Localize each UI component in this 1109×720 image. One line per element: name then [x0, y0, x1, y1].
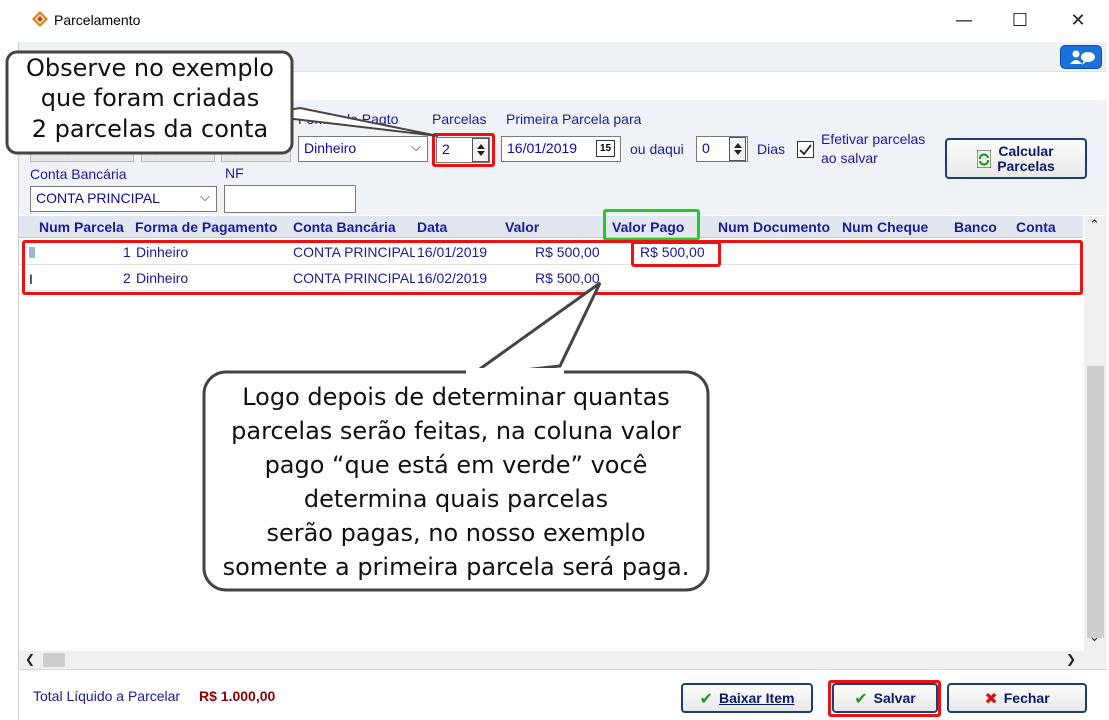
callout2-pointer [464, 281, 602, 379]
callout1-text: Observe no exemplo que foram criadas 2 p… [12, 53, 288, 144]
callout1-line: 2 parcelas da conta [31, 114, 269, 143]
callout2-line: pago “que está em verde” você [264, 451, 648, 479]
callout1-line: que foram criadas [40, 84, 260, 113]
callout2-line: determina quais parcelas [303, 485, 609, 513]
callout2-joint [466, 368, 564, 378]
callout1-line: Observe no exemplo [26, 54, 274, 82]
callout2-line: Logo depois de determinar quantas [242, 383, 670, 411]
callout2-line: serão pagas, no nosso exemplo [266, 519, 646, 547]
callout2-text: Logo depois de determinar quantas parcel… [206, 380, 706, 584]
callout2-line: somente a primeira parcela será paga. [222, 553, 690, 581]
callout2-line: parcelas serão feitas, na coluna valor [231, 417, 681, 445]
